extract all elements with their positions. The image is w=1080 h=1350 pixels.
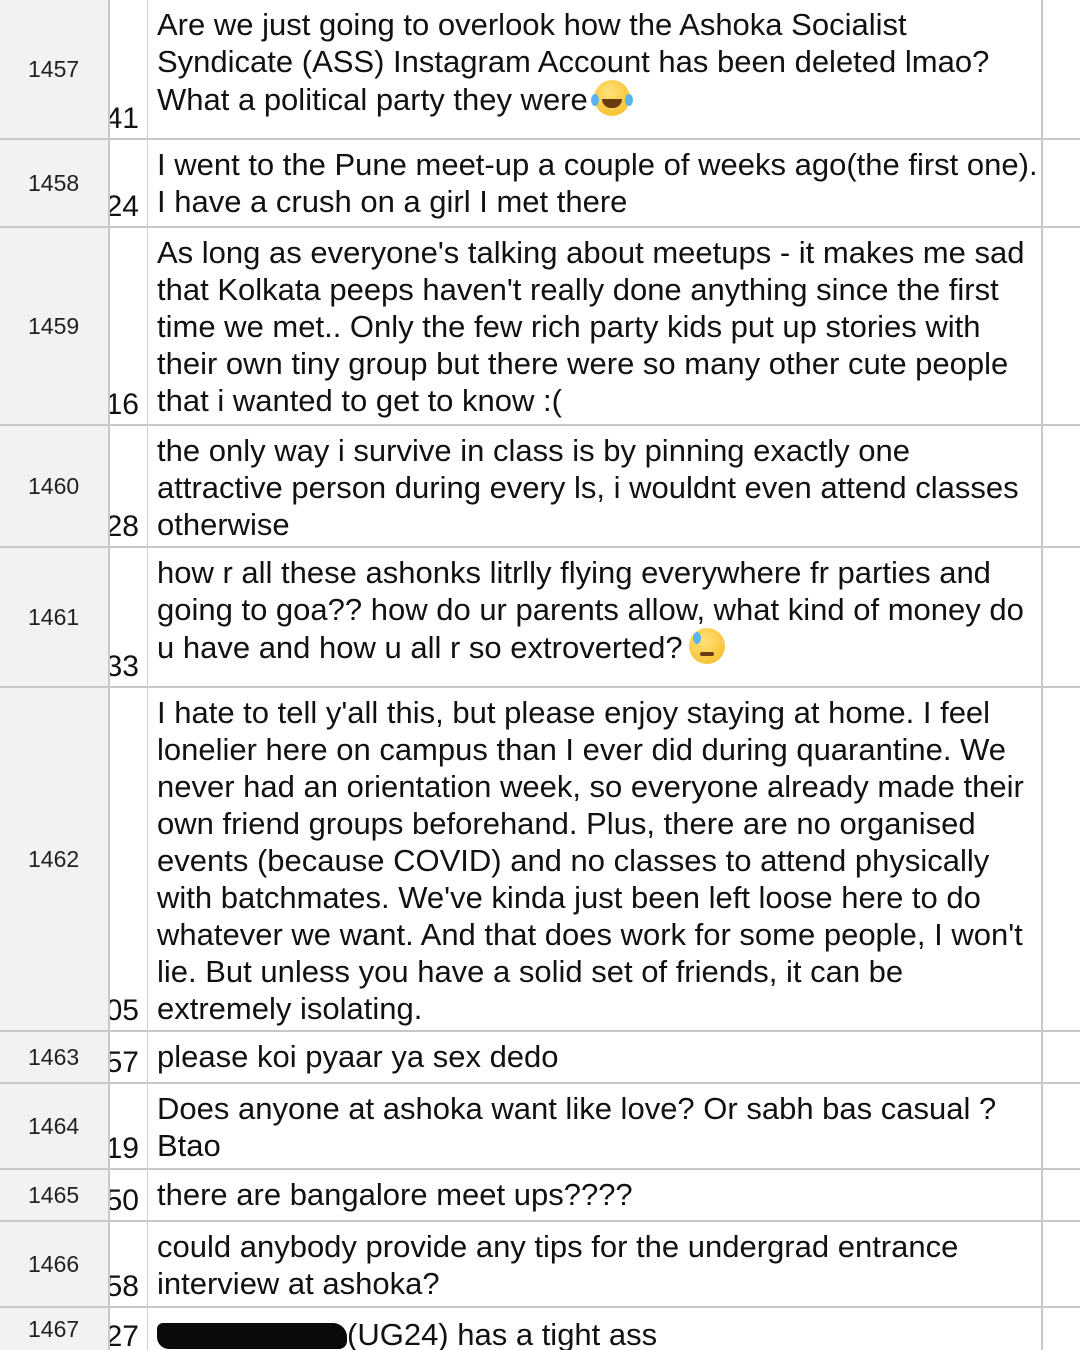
message-text: please koi pyaar ya sex dedo: [157, 1039, 559, 1074]
id-value: 27: [110, 1320, 139, 1350]
id-cell[interactable]: 24: [110, 140, 148, 226]
message-cell[interactable]: I went to the Pune meet-up a couple of w…: [148, 140, 1043, 226]
id-cell[interactable]: 16: [110, 228, 148, 424]
empty-cell[interactable]: [1043, 1170, 1080, 1220]
row-number[interactable]: 1465: [0, 1170, 110, 1220]
laughing-tears-emoji-icon: [590, 80, 630, 116]
redaction-bar: [157, 1323, 347, 1349]
table-row[interactable]: 1467 27 (UG24) has a tight ass: [0, 1308, 1080, 1350]
table-row[interactable]: 1461 33 how r all these ashonks litrlly …: [0, 548, 1080, 688]
message-text: As long as everyone's talking about meet…: [157, 235, 1025, 418]
row-number[interactable]: 1457: [0, 0, 110, 138]
row-number[interactable]: 1464: [0, 1084, 110, 1168]
message-cell[interactable]: how r all these ashonks litrlly flying e…: [148, 548, 1043, 686]
message-text: Are we just going to overlook how the As…: [157, 7, 990, 117]
id-cell[interactable]: 41: [110, 0, 148, 138]
message-cell[interactable]: please koi pyaar ya sex dedo: [148, 1032, 1043, 1082]
id-cell[interactable]: 57: [110, 1032, 148, 1082]
row-number[interactable]: 1458: [0, 140, 110, 226]
id-cell[interactable]: 27: [110, 1308, 148, 1350]
message-text: how r all these ashonks litrlly flying e…: [157, 555, 1024, 665]
id-cell[interactable]: 50: [110, 1170, 148, 1220]
message-cell[interactable]: (UG24) has a tight ass: [148, 1308, 1043, 1350]
id-value: 19: [110, 1132, 139, 1165]
id-cell[interactable]: 19: [110, 1084, 148, 1168]
empty-cell[interactable]: [1043, 1222, 1080, 1306]
row-number[interactable]: 1462: [0, 688, 110, 1030]
id-value: 28: [110, 510, 139, 543]
table-row[interactable]: 1465 50 there are bangalore meet ups????: [0, 1170, 1080, 1222]
id-cell[interactable]: 28: [110, 426, 148, 546]
message-cell[interactable]: could anybody provide any tips for the u…: [148, 1222, 1043, 1306]
id-value: 41: [110, 102, 139, 135]
id-value: 24: [110, 190, 139, 223]
message-text: (UG24) has a tight ass: [347, 1317, 658, 1350]
message-cell[interactable]: As long as everyone's talking about meet…: [148, 228, 1043, 424]
row-number[interactable]: 1459: [0, 228, 110, 424]
table-row[interactable]: 1466 58 could anybody provide any tips f…: [0, 1222, 1080, 1308]
empty-cell[interactable]: [1043, 228, 1080, 424]
id-cell[interactable]: 58: [110, 1222, 148, 1306]
id-cell[interactable]: 33: [110, 548, 148, 686]
message-cell[interactable]: there are bangalore meet ups????: [148, 1170, 1043, 1220]
row-number[interactable]: 1467: [0, 1308, 110, 1350]
empty-cell[interactable]: [1043, 548, 1080, 686]
table-row[interactable]: 1463 57 please koi pyaar ya sex dedo: [0, 1032, 1080, 1084]
empty-cell[interactable]: [1043, 1032, 1080, 1082]
message-text: there are bangalore meet ups????: [157, 1177, 633, 1212]
table-row[interactable]: 1460 28 the only way i survive in class …: [0, 426, 1080, 548]
message-cell[interactable]: I hate to tell y'all this, but please en…: [148, 688, 1043, 1030]
table-row[interactable]: 1457 41 Are we just going to overlook ho…: [0, 0, 1080, 140]
id-value: 05: [110, 994, 139, 1027]
empty-cell[interactable]: [1043, 688, 1080, 1030]
empty-cell[interactable]: [1043, 0, 1080, 138]
id-cell[interactable]: 05: [110, 688, 148, 1030]
message-cell[interactable]: Does anyone at ashoka want like love? Or…: [148, 1084, 1043, 1168]
empty-cell[interactable]: [1043, 1308, 1080, 1350]
row-number[interactable]: 1460: [0, 426, 110, 546]
empty-cell[interactable]: [1043, 140, 1080, 226]
table-row[interactable]: 1464 19 Does anyone at ashoka want like …: [0, 1084, 1080, 1170]
message-cell[interactable]: the only way i survive in class is by pi…: [148, 426, 1043, 546]
message-text: Does anyone at ashoka want like love? Or…: [157, 1091, 997, 1163]
spreadsheet: 1457 41 Are we just going to overlook ho…: [0, 0, 1080, 1350]
message-text: could anybody provide any tips for the u…: [157, 1229, 959, 1301]
empty-cell[interactable]: [1043, 426, 1080, 546]
message-text: I went to the Pune meet-up a couple of w…: [157, 147, 1038, 219]
row-number[interactable]: 1463: [0, 1032, 110, 1082]
row-number[interactable]: 1461: [0, 548, 110, 686]
id-value: 57: [110, 1046, 139, 1079]
sweat-emoji-icon: [688, 628, 725, 664]
empty-cell[interactable]: [1043, 1084, 1080, 1168]
table-row[interactable]: 1459 16 As long as everyone's talking ab…: [0, 228, 1080, 426]
id-value: 50: [110, 1184, 139, 1217]
row-number[interactable]: 1466: [0, 1222, 110, 1306]
table-row[interactable]: 1462 05 I hate to tell y'all this, but p…: [0, 688, 1080, 1032]
message-text: the only way i survive in class is by pi…: [157, 433, 1019, 542]
id-value: 58: [110, 1270, 139, 1303]
table-row[interactable]: 1458 24 I went to the Pune meet-up a cou…: [0, 140, 1080, 228]
id-value: 33: [110, 650, 139, 683]
message-cell[interactable]: Are we just going to overlook how the As…: [148, 0, 1043, 138]
message-text: I hate to tell y'all this, but please en…: [157, 695, 1024, 1026]
id-value: 16: [110, 388, 139, 421]
